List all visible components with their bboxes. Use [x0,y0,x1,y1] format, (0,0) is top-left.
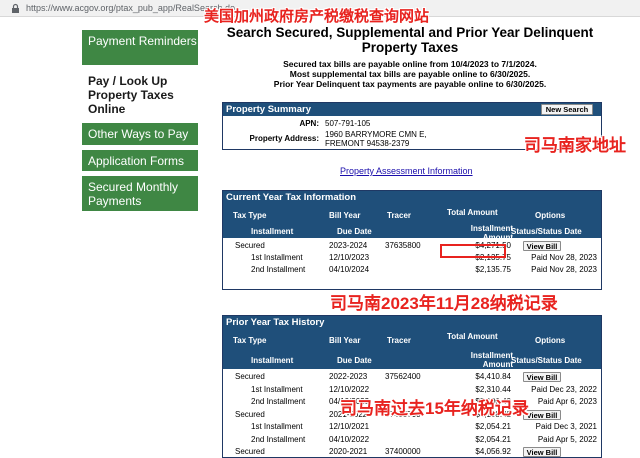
prior-year-panel: Prior Year Tax History Tax Type Bill Yea… [222,315,602,458]
cell-amount: $2,054.21 [475,434,511,444]
secure-lock-icon [12,3,19,13]
cell-tax-type: 1st Installment [251,384,303,394]
sidebar-nav: Payment Reminders Pay / Look Up Property… [82,30,198,458]
sidebar-item-pay-look-up[interactable]: Pay / Look Up Property Taxes Online [82,70,198,125]
cell-tax-type: 2nd Installment [251,265,306,274]
cell-bill-year: 2022-2023 [329,372,368,381]
sidebar-item-other-ways-to-pay[interactable]: Other Ways to Pay [82,123,198,148]
sidebar-item-secured-monthly-payments[interactable]: Secured Monthly Payments [82,176,198,214]
notice-delinquent: Prior Year Delinquent tax payments are p… [273,79,547,89]
table-row: Secured 2023-2024 37635800 $4,271.50 View Bi… [223,241,601,253]
cell-status: Paid Apr 6, 2023 [537,397,597,406]
prior-year-heading: Prior Year Tax History [223,316,601,329]
page-title: Search Secured, Supplemental and Prior Y… [226,25,594,55]
annotation-top: 美国加州政府房产税缴税查询网站 [204,8,430,25]
notice-supplemental: Most supplemental tax bills are payable … [289,69,531,79]
current-year-panel: Current Year Tax Information Tax Type Bi… [222,190,602,290]
sidebar-item-payment-reminders[interactable]: Payment Reminders [82,30,198,68]
current-year-column-headers: Tax Type Bill Year Tracer Total Amount O… [223,204,601,242]
table-row: 1st Installment 12/10/2023 $2,135.75 Paid N… [223,253,601,265]
sidebar-item-label: Payment Reminders [88,34,197,48]
cell-bill-year: 04/10/2024 [329,265,370,274]
table-row: 2nd Installment 04/10/2022 $2,054.21 Paid A… [223,435,601,448]
sidebar-item-label: Application Forms [88,154,185,168]
cell-tax-type: Secured [235,447,265,456]
cell-status: Paid Dec 23, 2022 [531,384,597,394]
sidebar-item-label: Pay / Look Up Property Taxes Online [88,74,174,116]
view-bill-button[interactable]: View Bill [523,372,561,382]
cell-bill-year: 2020-2021 [329,447,368,456]
cell-bill-year: 12/10/2023 [329,253,370,262]
cell-tax-type: Secured [235,409,265,419]
current-year-heading: Current Year Tax Information [223,191,601,204]
prior-year-column-headers: Tax Type Bill Year Tracer Total Amount O… [223,329,601,369]
notice-secured: Secured tax bills are payable online fro… [283,59,537,69]
cell-amount: $2,135.75 [475,265,511,274]
cell-amount: $4,410.84 [475,372,511,381]
apn-label: APN: [299,119,319,128]
property-address-value: 1960 BARRYMORE CMN E, FREMONT 94538-2379 [325,130,427,148]
view-bill-button[interactable]: View Bill [523,241,561,251]
cell-status: Paid Nov 28, 2023 [531,253,597,262]
cell-tax-type: Secured [235,241,265,250]
cell-status: Paid Dec 3, 2021 [535,422,597,431]
sidebar-item-label: Other Ways to Pay [88,127,189,141]
annotation-prior: 司马南过去15年纳税记录 [340,399,529,418]
cell-amount: $2,054.21 [475,422,511,431]
apn-value: 507-791-105 [325,119,371,128]
view-bill-button[interactable]: View Bill [523,447,561,457]
new-search-button[interactable]: New Search [541,104,593,115]
sidebar-item-application-forms[interactable]: Application Forms [82,150,198,174]
cell-tracer: 37562400 [385,372,421,381]
cell-tracer: 37635800 [385,241,421,250]
cell-bill-year: 2023-2024 [329,241,368,250]
sidebar-item-label: Secured Monthly Payments [88,180,179,208]
table-row: 2nd Installment 04/10/2024 $2,135.75 Paid N… [223,265,601,277]
cell-amount: $2,310.44 [475,384,511,394]
annotation-current: 司马南2023年11月28纳税记录 [330,294,558,313]
cell-tax-type: 1st Installment [251,422,303,431]
table-row: 1st Installment 12/10/2021 $2,054.21 Paid D… [223,422,601,435]
cell-tax-type: 2nd Installment [251,397,306,406]
cell-tax-type: 1st Installment [251,253,303,262]
cell-bill-year: 04/10/2022 [329,434,370,444]
cell-bill-year: 12/10/2021 [329,422,370,431]
current-year-rows: Secured 2023-2024 37635800 $4,271.50 View Bi… [223,238,601,290]
table-row: Secured 2022-2023 37562400 $4,410.84 View Bi… [223,372,601,385]
highlight-current-total [440,244,506,258]
table-row: Secured 2020-2021 37400000 $4,056.92 View Bi… [223,447,601,458]
property-address-label: Property Address: [249,134,320,143]
cell-status: Paid Apr 5, 2022 [537,434,597,444]
cell-bill-year: 12/10/2022 [329,384,370,394]
cell-tax-type: 2nd Installment [251,434,306,444]
cell-tracer: 37400000 [385,447,421,456]
main-content: Search Secured, Supplemental and Prior Y… [204,17,640,458]
cell-amount: $4,056.92 [475,447,511,456]
cell-tax-type: Secured [235,372,265,381]
property-assessment-link[interactable]: Property Assessment Information [340,166,473,176]
cell-status: Paid Nov 28, 2023 [531,265,597,274]
annotation-address: 司马南家地址 [524,136,626,155]
